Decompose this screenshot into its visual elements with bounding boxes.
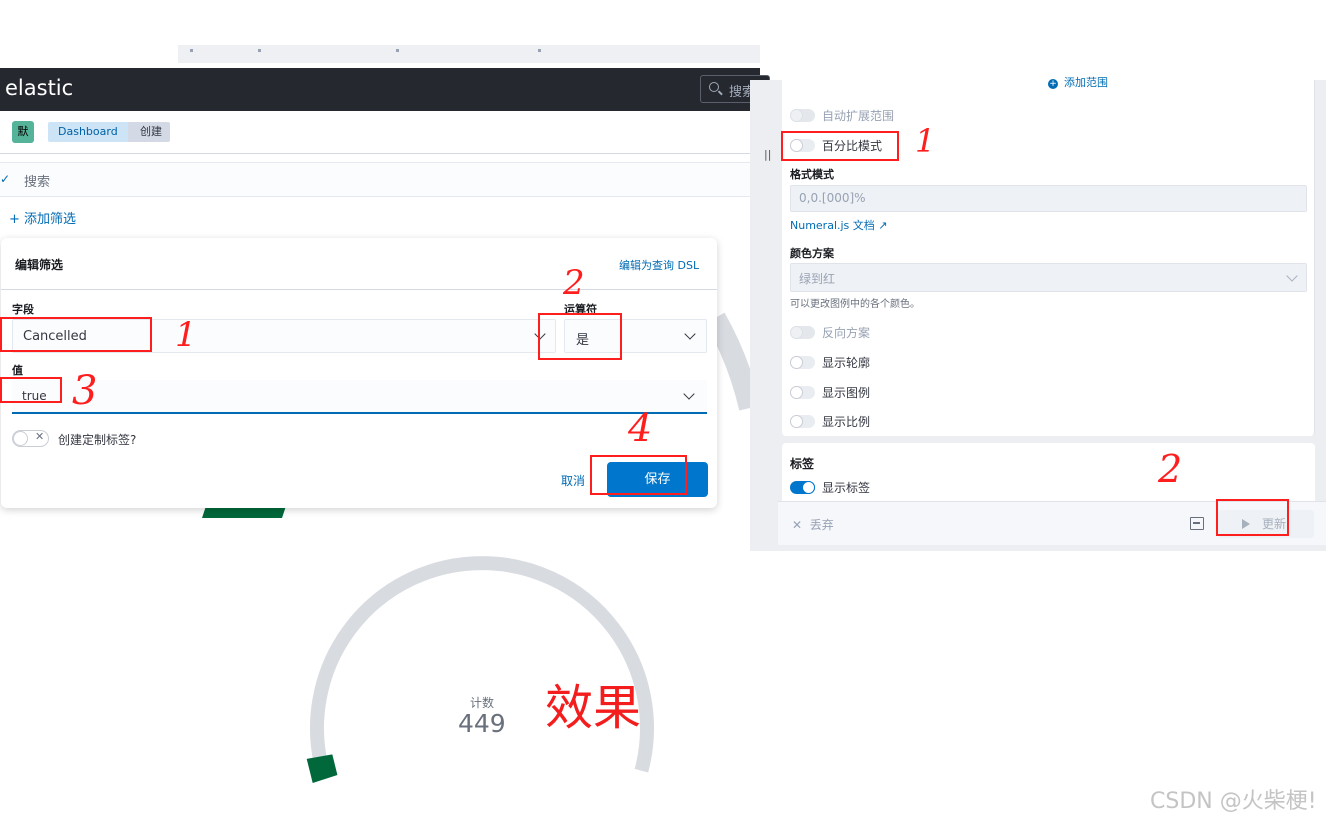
gauge-fill (306, 754, 338, 783)
show-legend-label: 显示图例 (822, 386, 871, 400)
close-icon: ✕ (35, 430, 45, 443)
show-scale-switch[interactable] (790, 415, 815, 428)
switch-knob (790, 415, 803, 428)
format-pattern-label: 格式模式 (790, 168, 834, 181)
numeral-docs-link[interactable]: Numeral.js 文档 ↗ (790, 217, 888, 233)
gauge-track (310, 556, 654, 773)
switch-knob (790, 326, 803, 339)
add-range-link[interactable]: + 添加范围 (1048, 74, 1108, 90)
reverse-scheme-switch[interactable] (790, 326, 815, 339)
divider (1, 289, 717, 290)
layout-toggle-icon[interactable] (1190, 517, 1204, 530)
format-pattern-input[interactable]: 0,0.[000]% (790, 185, 1307, 212)
gauge-metric-value: 449 (458, 709, 506, 738)
custom-label-text: 创建定制标签? (58, 433, 137, 447)
breadcrumb-dashboard[interactable]: Dashboard (48, 122, 136, 142)
reverse-scheme-label: 反向方案 (822, 326, 871, 340)
switch-knob (790, 356, 803, 369)
color-scheme-value: 绿到红 (799, 272, 836, 286)
cancel-button[interactable]: 取消 (561, 472, 585, 489)
show-outline-switch[interactable] (790, 356, 815, 369)
space-avatar[interactable]: 默 (12, 121, 34, 143)
annotation-box-update (1216, 499, 1289, 536)
annotation-mark: 1 (915, 122, 936, 160)
labels-card: 标签 显示标签 (782, 443, 1315, 501)
breadcrumb: 默 Dashboard 创建 (0, 111, 760, 154)
custom-label-switch[interactable]: ✕ (12, 430, 49, 447)
external-link-icon: ↗ (878, 219, 888, 232)
auto-extend-label: 自动扩展范围 (822, 109, 895, 123)
edit-as-dsl-link[interactable]: 编辑为查询 DSL (619, 257, 699, 273)
gauge-track-partial (705, 312, 750, 411)
format-pattern-value: 0,0.[000]% (799, 191, 866, 205)
chevron-down-icon (1286, 270, 1298, 282)
add-range-label: 添加范围 (1064, 76, 1108, 89)
browser-bookmark-strip (178, 45, 760, 63)
show-legend-switch[interactable] (790, 386, 815, 399)
query-input[interactable]: 搜索 (24, 171, 50, 190)
popover-title: 编辑筛选 (15, 258, 64, 272)
resize-handle-icon[interactable]: || (764, 148, 771, 161)
color-scheme-label: 颜色方案 (790, 247, 834, 260)
switch-knob (790, 109, 803, 122)
field-label: 字段 (12, 303, 34, 316)
annotation-mark: 4 (628, 406, 653, 450)
show-labels-switch[interactable] (790, 481, 815, 494)
switch-knob (790, 386, 803, 399)
annotation-mark: 3 (72, 368, 98, 414)
breadcrumb-create: 创建 (128, 122, 170, 142)
value-label: 值 (12, 364, 23, 377)
auto-extend-switch[interactable] (790, 109, 815, 122)
color-scheme-select[interactable]: 绿到红 (790, 263, 1307, 292)
annotation-box-save (590, 455, 687, 495)
show-outline-label: 显示轮廓 (822, 356, 871, 370)
annotation-mark: 2 (1158, 447, 1183, 491)
close-icon: ✕ (792, 518, 803, 532)
chevron-down-icon (683, 388, 695, 400)
labels-section-title: 标签 (790, 457, 815, 471)
chevron-down-icon[interactable]: ✓ (0, 172, 10, 186)
chevron-down-icon (684, 328, 696, 340)
kibana-header: elastic 搜索 (0, 68, 770, 111)
annotation-box-value (0, 377, 62, 403)
search-icon (709, 82, 719, 92)
color-scheme-help: 可以更改图例中的各个颜色。 (790, 299, 920, 310)
plus-icon: + (1048, 79, 1058, 89)
query-bar[interactable]: ✓ 搜索 (0, 162, 760, 197)
discard-label: 丢弃 (809, 518, 834, 532)
numeral-docs-label: Numeral.js 文档 (790, 219, 875, 232)
add-filter-link[interactable]: + 添加筛选 (9, 208, 76, 227)
annotation-mark: 1 (175, 315, 197, 355)
show-scale-label: 显示比例 (822, 415, 871, 429)
elastic-logo[interactable]: elastic (5, 76, 73, 100)
switch-knob (802, 481, 815, 494)
annotation-box-percentage (781, 131, 899, 161)
switch-knob (13, 431, 28, 446)
effect-caption: 效果 (545, 680, 642, 736)
discard-button[interactable]: ✕ 丢弃 (792, 516, 834, 533)
annotation-box-operator (538, 313, 622, 360)
watermark: CSDN @火柴梗! (1150, 789, 1317, 814)
show-labels-label: 显示标签 (822, 481, 871, 495)
value-select[interactable]: true (12, 380, 707, 414)
annotation-box-field (0, 317, 152, 352)
annotation-mark: 2 (563, 263, 585, 303)
